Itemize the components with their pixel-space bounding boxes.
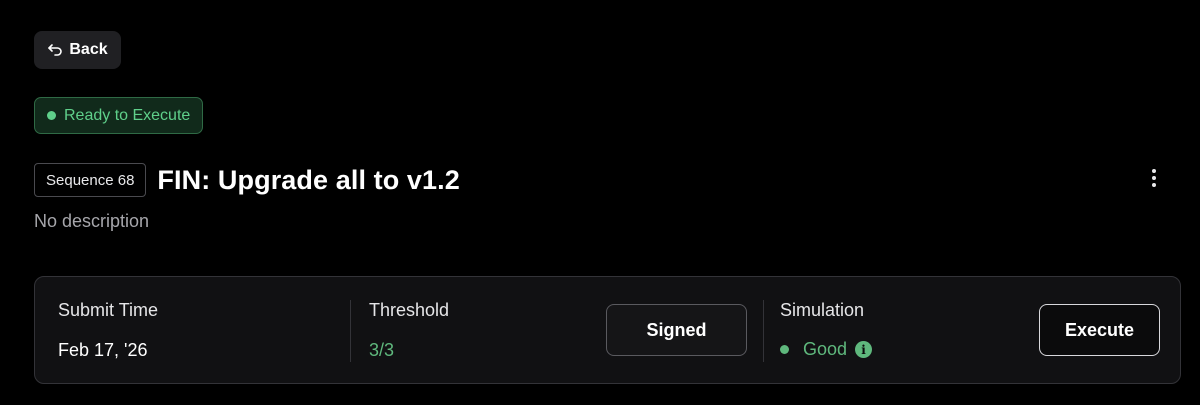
divider [350, 300, 351, 362]
submit-time-value: Feb 17, '26 [58, 340, 148, 360]
status-badge-label: Ready to Execute [64, 106, 191, 124]
proposal-description: No description [34, 211, 150, 231]
simulation-value: Good [803, 339, 848, 359]
divider [763, 300, 764, 362]
proposal-page: Back Ready to Execute Sequence 68 FIN: U… [0, 0, 1200, 405]
simulation-label: Simulation [780, 300, 865, 320]
signed-button[interactable]: Signed [606, 304, 747, 356]
status-badge: Ready to Execute [34, 97, 204, 134]
proposal-details-card: Submit Time Feb 17, '26 Threshold 3/3 Si… [34, 276, 1181, 384]
page-title: FIN: Upgrade all to v1.2 [157, 164, 460, 195]
info-icon[interactable]: i [855, 341, 873, 358]
back-button-label: Back [69, 41, 108, 58]
execute-button[interactable]: Execute [1039, 304, 1160, 356]
title-row: Sequence 68 FIN: Upgrade all to v1.2 [34, 162, 1166, 198]
back-button[interactable]: Back [34, 31, 121, 69]
simulation-dot-icon [780, 345, 789, 354]
more-options-button[interactable] [1142, 162, 1166, 198]
sequence-tag: Sequence 68 [34, 163, 147, 197]
simulation-status: Good i [780, 339, 873, 360]
threshold-value: 3/3 [369, 340, 395, 360]
return-arrow-icon [47, 42, 63, 58]
vertical-ellipsis-icon [1151, 168, 1157, 193]
status-dot-icon [47, 111, 56, 120]
submit-time-label: Submit Time [58, 300, 159, 320]
threshold-label: Threshold [369, 300, 450, 320]
